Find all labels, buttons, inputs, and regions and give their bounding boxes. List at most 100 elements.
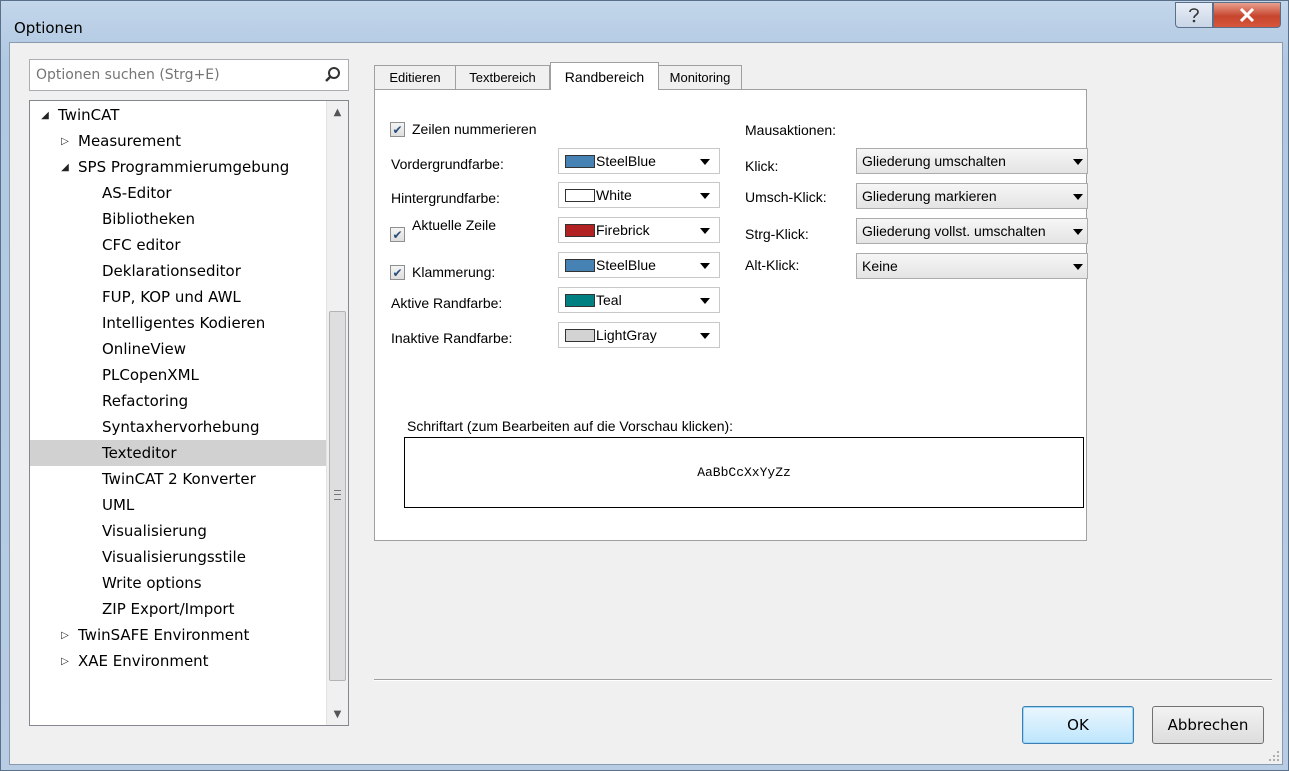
tree-item[interactable]: Write options xyxy=(30,570,327,596)
tree-item-label: OnlineView xyxy=(102,340,186,358)
tree-item[interactable]: FUP, KOP und AWL xyxy=(30,284,327,310)
tree-item-label: Syntaxhervorhebung xyxy=(102,418,260,436)
close-button[interactable] xyxy=(1213,2,1281,28)
tree-item[interactable]: Texteditor xyxy=(30,440,327,466)
umsch-klick-select[interactable]: Gliederung markieren xyxy=(856,183,1088,209)
chevron-down-icon xyxy=(700,159,710,165)
strg-klick-label: Strg-Klick: xyxy=(745,226,809,242)
window-title: Optionen xyxy=(14,19,83,37)
tab-editieren[interactable]: Editieren xyxy=(374,65,456,89)
strg-klick-value: Gliederung vollst. umschalten xyxy=(862,223,1046,239)
tab-textbereich[interactable]: Textbereich xyxy=(455,65,550,89)
tree-item[interactable]: Refactoring xyxy=(30,388,327,414)
chevron-down-icon xyxy=(1073,264,1083,270)
vordergrundfarbe-select[interactable]: SteelBlue xyxy=(558,148,720,174)
klammerung-value: SteelBlue xyxy=(596,257,656,273)
tree-item[interactable]: ▷ XAE Environment xyxy=(30,648,327,674)
tree-item[interactable]: Intelligentes Kodieren xyxy=(30,310,327,336)
scroll-grip-icon xyxy=(334,490,341,500)
options-tree[interactable]: ◢ TwinCAT ▷ Measurement ◢ SPS Programmierumge… xyxy=(29,100,349,726)
tree-item[interactable]: AS-Editor xyxy=(30,180,327,206)
search-icon[interactable] xyxy=(324,66,342,84)
vordergrundfarbe-label: Vordergrundfarbe: xyxy=(391,156,504,172)
inaktive-randfarbe-select[interactable]: LightGray xyxy=(558,322,720,348)
mausaktionen-heading: Mausaktionen: xyxy=(745,122,837,138)
tree-item-label: TwinCAT 2 Konverter xyxy=(102,470,256,488)
aktuelle-zeile-checkbox[interactable]: ✔ xyxy=(390,227,405,242)
tree-item[interactable]: CFC editor xyxy=(30,232,327,258)
scroll-thumb[interactable] xyxy=(329,311,346,681)
klammerung-select[interactable]: SteelBlue xyxy=(558,252,720,278)
tree-item[interactable]: ZIP Export/Import xyxy=(30,596,327,622)
color-swatch xyxy=(565,294,595,307)
tree-item-label: Visualisierung xyxy=(102,522,207,540)
tree-item[interactable]: ◢ SPS Programmierumgebung xyxy=(30,154,327,180)
tree-item-label: ZIP Export/Import xyxy=(102,600,235,618)
resize-grip-icon[interactable] xyxy=(1268,750,1280,762)
tree-item-label: Bibliotheken xyxy=(102,210,195,228)
color-swatch xyxy=(565,329,595,342)
tree-item[interactable]: ▷ Measurement xyxy=(30,128,327,154)
help-button[interactable] xyxy=(1175,2,1213,28)
hintergrundfarbe-select[interactable]: White xyxy=(558,182,720,208)
zeilen-nummerieren-checkbox[interactable]: ✔ xyxy=(390,122,405,137)
tree-item-label: Intelligentes Kodieren xyxy=(102,314,266,332)
tree-item-label: AS-Editor xyxy=(102,184,172,202)
options-dialog: Optionen ◢ TwinCAT ▷ Measurement ◢ SPS Progra… xyxy=(0,0,1289,771)
search-input[interactable] xyxy=(30,60,320,90)
klammerung-checkbox[interactable]: ✔ xyxy=(390,265,405,280)
umsch-klick-label: Umsch-Klick: xyxy=(745,189,827,205)
tree-item-label: Write options xyxy=(102,574,202,592)
tree-item[interactable]: Deklarationseditor xyxy=(30,258,327,284)
tree-item[interactable]: ▷ TwinSAFE Environment xyxy=(30,622,327,648)
tree-item[interactable]: Bibliotheken xyxy=(30,206,327,232)
options-search-box[interactable] xyxy=(29,59,349,91)
tree-item[interactable]: PLCopenXML xyxy=(30,362,327,388)
cancel-button[interactable]: Abbrechen xyxy=(1152,706,1264,744)
alt-klick-value: Keine xyxy=(862,258,898,274)
color-swatch xyxy=(565,224,595,237)
tab-randbereich[interactable]: Randbereich xyxy=(550,62,659,90)
chevron-down-icon xyxy=(700,298,710,304)
tree-item-label: Texteditor xyxy=(102,444,177,462)
alt-klick-label: Alt-Klick: xyxy=(745,257,800,273)
expanded-arrow-icon[interactable]: ◢ xyxy=(58,162,72,173)
klick-label: Klick: xyxy=(745,158,779,174)
tree-item-label: CFC editor xyxy=(102,236,181,254)
collapsed-arrow-icon[interactable]: ▷ xyxy=(58,136,72,147)
color-swatch xyxy=(565,259,595,272)
color-swatch xyxy=(565,155,595,168)
strg-klick-select[interactable]: Gliederung vollst. umschalten xyxy=(856,218,1088,244)
aktuelle-zeile-value: Firebrick xyxy=(596,222,650,238)
expanded-arrow-icon[interactable]: ◢ xyxy=(38,110,52,121)
hintergrundfarbe-label: Hintergrundfarbe: xyxy=(391,190,500,206)
chevron-down-icon xyxy=(700,263,710,269)
tree-item-label: TwinSAFE Environment xyxy=(78,626,250,644)
color-swatch xyxy=(565,189,595,202)
font-preview[interactable]: AaBbCcXxYyZz xyxy=(404,437,1084,508)
dialog-client: ◢ TwinCAT ▷ Measurement ◢ SPS Programmierumge… xyxy=(9,42,1283,765)
aktive-randfarbe-select[interactable]: Teal xyxy=(558,287,720,313)
aktuelle-zeile-select[interactable]: Firebrick xyxy=(558,217,720,243)
tree-item[interactable]: TwinCAT 2 Konverter xyxy=(30,466,327,492)
scroll-down-arrow-icon[interactable]: ▼ xyxy=(327,703,348,725)
alt-klick-select[interactable]: Keine xyxy=(856,253,1088,279)
scroll-up-arrow-icon[interactable]: ▲ xyxy=(327,101,348,123)
klick-select[interactable]: Gliederung umschalten xyxy=(856,148,1088,174)
zeilen-nummerieren-label: Zeilen nummerieren xyxy=(412,121,537,137)
tab-monitoring[interactable]: Monitoring xyxy=(658,65,742,89)
ok-button[interactable]: OK xyxy=(1022,706,1134,744)
collapsed-arrow-icon[interactable]: ▷ xyxy=(58,656,72,667)
title-bar[interactable]: Optionen xyxy=(1,1,1288,41)
tree-item[interactable]: Visualisierung xyxy=(30,518,327,544)
tree-item[interactable]: Visualisierungsstile xyxy=(30,544,327,570)
tree-item-label: Visualisierungsstile xyxy=(102,548,246,566)
tree-item[interactable]: UML xyxy=(30,492,327,518)
tree-item[interactable]: OnlineView xyxy=(30,336,327,362)
tree-scrollbar[interactable]: ▲ ▼ xyxy=(326,101,348,725)
collapsed-arrow-icon[interactable]: ▷ xyxy=(58,630,72,641)
tree-item[interactable]: ◢ TwinCAT xyxy=(30,102,327,128)
klick-value: Gliederung umschalten xyxy=(862,153,1006,169)
tree-item[interactable]: Syntaxhervorhebung xyxy=(30,414,327,440)
chevron-down-icon xyxy=(1073,194,1083,200)
